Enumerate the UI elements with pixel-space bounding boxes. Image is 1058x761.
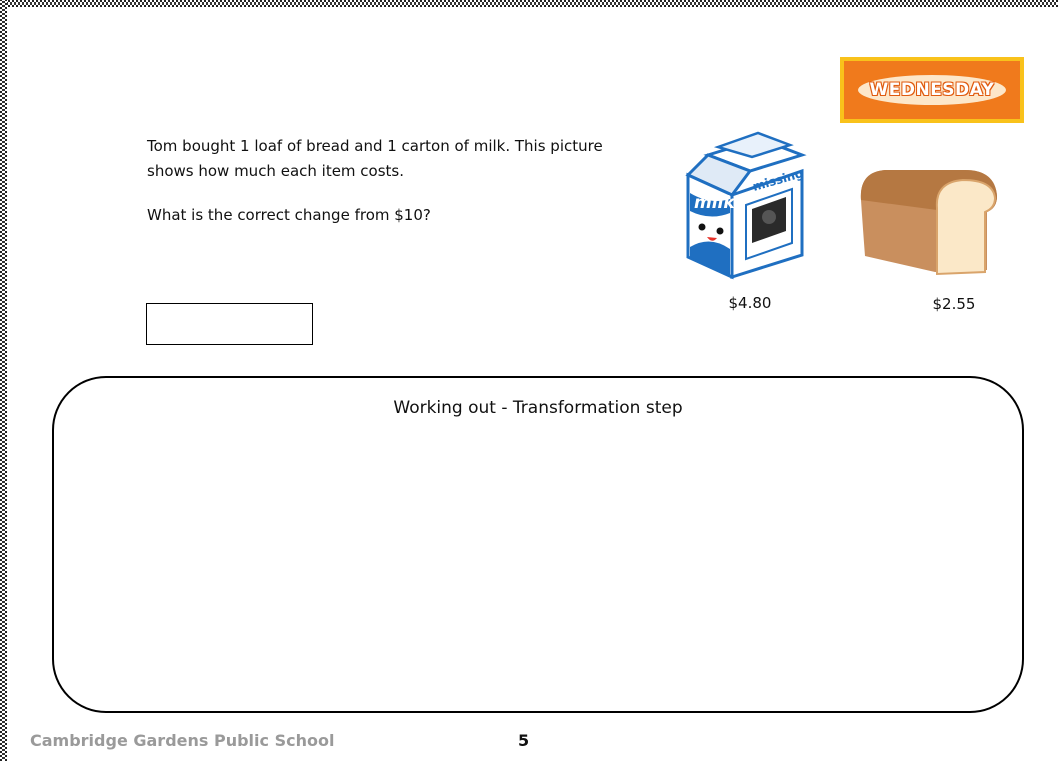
day-badge: WEDNESDAY xyxy=(840,57,1024,123)
school-name: Cambridge Gardens Public School xyxy=(30,731,335,750)
milk-price: $4.80 xyxy=(728,294,772,312)
working-out-area[interactable]: Working out - Transformation step xyxy=(52,376,1024,713)
bread-price: $2.55 xyxy=(932,295,976,313)
page-border-left xyxy=(0,0,7,761)
answer-box[interactable] xyxy=(146,303,313,345)
day-badge-panel: WEDNESDAY xyxy=(844,61,1020,119)
question-text: Tom bought 1 loaf of bread and 1 carton … xyxy=(147,134,647,228)
milk-carton-icon: milk missing xyxy=(685,131,807,280)
page-border-top xyxy=(0,0,1058,7)
bread-loaf-icon xyxy=(860,170,997,276)
milk-carton-label: milk xyxy=(694,193,736,213)
question-line-2: What is the correct change from $10? xyxy=(147,206,431,224)
day-label: WEDNESDAY xyxy=(869,80,995,100)
working-out-title: Working out - Transformation step xyxy=(393,398,683,418)
page-number: 5 xyxy=(518,731,530,750)
question-line-1: Tom bought 1 loaf of bread and 1 carton … xyxy=(147,137,603,180)
